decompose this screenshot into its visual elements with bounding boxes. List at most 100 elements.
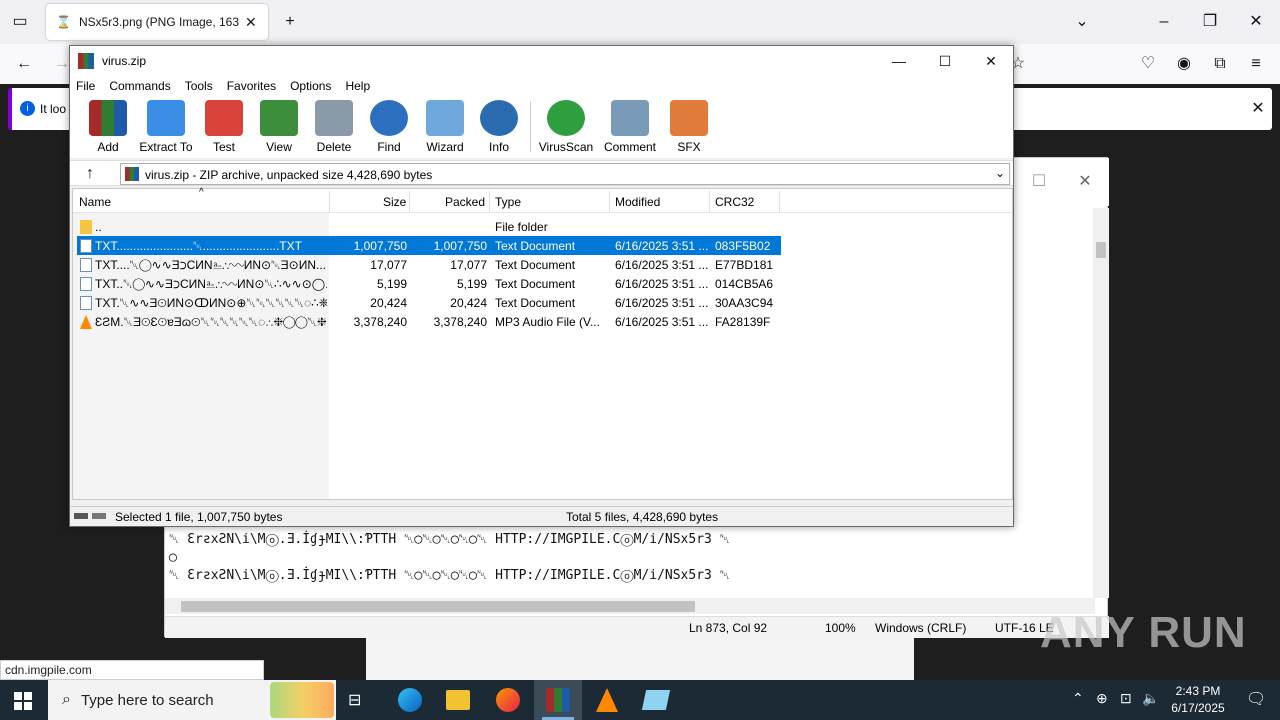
cell-size: 1,007,750	[353, 239, 407, 253]
notification-text: It loo	[40, 102, 67, 116]
line-ending: Windows (CRLF)	[875, 621, 967, 635]
browser-tab[interactable]: ⌛ NSx5r3.png (PNG Image, 16384 ✕	[46, 4, 268, 40]
tab-list-icon[interactable]: ▭	[8, 10, 32, 34]
cell-packed: 5,199	[456, 277, 487, 291]
vlc-file-icon	[80, 315, 92, 329]
vlc-icon[interactable]	[596, 688, 618, 712]
column-type[interactable]: Type	[495, 195, 521, 209]
test-button[interactable]: Test	[194, 100, 254, 154]
archive-icon	[125, 167, 139, 181]
cell-name: ƐƧM.␀Ǝ⊙Ɛ⊙ɐƎɷ⊙␀␀␀␀␀␀◌∴❈◯◯␀❈...	[95, 315, 327, 329]
table-row[interactable]: TXT..␀◯∿∿Ǝ⊃CИN⎁∴∿∿ИN⊙␀∴∿∿⊙◯... 5,199 5,199…	[77, 274, 781, 293]
close-icon[interactable]: ✕	[1244, 10, 1268, 34]
cell-name: TXT.......................␀.............…	[95, 239, 302, 253]
cell-crc: 30AA3C94	[715, 296, 774, 310]
menu-commands[interactable]: Commands	[109, 79, 170, 93]
maximize-icon[interactable]: ☐	[922, 46, 968, 76]
show-hidden-icons-icon[interactable]: ⌃	[1072, 690, 1084, 707]
extensions-icon[interactable]: ⧉	[1208, 52, 1232, 76]
find-button[interactable]: Find	[359, 100, 419, 154]
notepad-maximize-icon[interactable]: ☐	[1027, 170, 1051, 194]
cell-modified: 6/16/2025 3:51 ...	[615, 315, 709, 329]
column-modified[interactable]: Modified	[615, 195, 660, 209]
scrollbar-thumb[interactable]	[1096, 242, 1106, 258]
minimize-icon[interactable]: —	[876, 46, 922, 76]
menu-favorites[interactable]: Favorites	[227, 79, 276, 93]
cell-crc: 014CB5A6	[715, 277, 774, 291]
clock-time[interactable]: 2:43 PM	[1172, 684, 1224, 698]
file-explorer-icon[interactable]	[446, 690, 470, 710]
info-button[interactable]: Info	[469, 100, 529, 154]
minimize-icon[interactable]: –	[1152, 10, 1176, 34]
scrollbar-thumb[interactable]	[181, 601, 695, 612]
winrar-taskbar-button[interactable]	[534, 680, 582, 720]
column-name[interactable]: Name	[79, 195, 111, 209]
text-file-icon	[80, 239, 92, 253]
restore-icon[interactable]: ❐	[1198, 10, 1222, 34]
add-button[interactable]: Add	[78, 100, 138, 154]
pocket-icon[interactable]: ♡	[1136, 52, 1160, 76]
sfx-box-icon	[670, 100, 708, 136]
menu-tools[interactable]: Tools	[185, 79, 213, 93]
chevron-down-icon[interactable]: ⌄	[1070, 10, 1094, 34]
notification-center-icon[interactable]: 🗨	[1246, 689, 1266, 709]
account-icon[interactable]: ◉	[1172, 52, 1196, 76]
column-size[interactable]: Size	[383, 195, 406, 209]
new-tab-icon[interactable]: +	[278, 10, 302, 34]
view-button[interactable]: View	[249, 100, 309, 154]
edge-icon[interactable]	[398, 688, 422, 712]
windows-start-icon[interactable]	[14, 692, 32, 710]
taskbar-search[interactable]: ⌕ Type here to search	[48, 680, 336, 720]
delete-button[interactable]: Delete	[304, 100, 364, 154]
table-row[interactable]: TXT....␀◯∿∿Ǝ⊃CИN⎁∴∿∿ИN⊙␀Ǝ⊙ИN... 17,077 17,…	[77, 255, 781, 274]
sfx-button[interactable]: SFX	[659, 100, 719, 154]
path-dropdown[interactable]: virus.zip - ZIP archive, unpacked size 4…	[120, 163, 1010, 185]
path-bar: ↑ virus.zip - ZIP archive, unpacked size…	[70, 160, 1013, 186]
network-icon[interactable]: ⊡	[1120, 690, 1132, 707]
menu-bar: File Commands Tools Favorites Options He…	[70, 76, 1013, 96]
extract-to-button[interactable]: Extract To	[136, 100, 196, 154]
notepad-icon[interactable]	[641, 690, 671, 710]
cell-packed: 3,378,240	[433, 315, 487, 329]
cell-type: Text Document	[495, 296, 576, 310]
notepad-close-icon[interactable]: ✕	[1073, 170, 1097, 194]
firefox-icon[interactable]	[496, 688, 520, 712]
winrar-app-icon	[78, 53, 94, 69]
cell-modified: 6/16/2025 3:51 ...	[615, 239, 709, 253]
back-icon[interactable]: ←	[12, 52, 36, 76]
toolbar-divider	[530, 102, 531, 152]
column-packed[interactable]: Packed	[445, 195, 485, 209]
text-file-icon	[80, 296, 92, 310]
tab-close-icon[interactable]: ✕	[245, 14, 257, 31]
table-row[interactable]: ƐƧM.␀Ǝ⊙Ɛ⊙ɐƎɷ⊙␀␀␀␀␀␀◌∴❈◯◯␀❈... 3,378,240 3,…	[77, 312, 781, 331]
close-icon[interactable]: ✕	[968, 46, 1014, 76]
comment-button[interactable]: Comment	[600, 100, 660, 154]
menu-options[interactable]: Options	[290, 79, 331, 93]
horizontal-scrollbar[interactable]	[165, 598, 1095, 614]
chevron-down-icon[interactable]: ⌄	[995, 166, 1005, 180]
toolbar: Add Extract To Test View Delete Find Wiz…	[70, 96, 1013, 158]
device-icon[interactable]: ⊕	[1096, 690, 1108, 707]
cell-size: 3,378,240	[353, 315, 407, 329]
wizard-button[interactable]: Wizard	[415, 100, 475, 154]
task-view-icon[interactable]: ⊟	[348, 690, 370, 710]
virusscan-button[interactable]: VirusScan	[536, 100, 596, 154]
menu-icon[interactable]: ≡	[1244, 52, 1268, 76]
notepad-line: ◯	[169, 550, 177, 565]
volume-icon[interactable]: 🔈	[1142, 690, 1159, 707]
menu-file[interactable]: File	[76, 79, 95, 93]
anyrun-watermark: ANY RUN	[1040, 608, 1247, 657]
table-row[interactable]: TXT.......................␀.............…	[77, 236, 781, 255]
key-icon	[92, 513, 106, 519]
vertical-scrollbar[interactable]	[1093, 208, 1109, 598]
table-row[interactable]: TXT.␀∿∿Ǝ⊙ИN⊙ↀИN⊙⊕␀␀␀␀␀␀◌∴❈... 20,424 20,42…	[77, 293, 781, 312]
trash-icon	[315, 100, 353, 136]
selection-status: Selected 1 file, 1,007,750 bytes	[115, 510, 283, 524]
clock-date[interactable]: 6/17/2025	[1164, 701, 1232, 715]
up-arrow-icon[interactable]: ↑	[78, 162, 102, 186]
notification-close-icon[interactable]: ✕	[1246, 97, 1270, 121]
column-crc32[interactable]: CRC32	[715, 195, 754, 209]
cell-packed: 1,007,750	[433, 239, 487, 253]
menu-help[interactable]: Help	[345, 79, 370, 93]
table-row[interactable]: .. File folder	[77, 217, 781, 236]
